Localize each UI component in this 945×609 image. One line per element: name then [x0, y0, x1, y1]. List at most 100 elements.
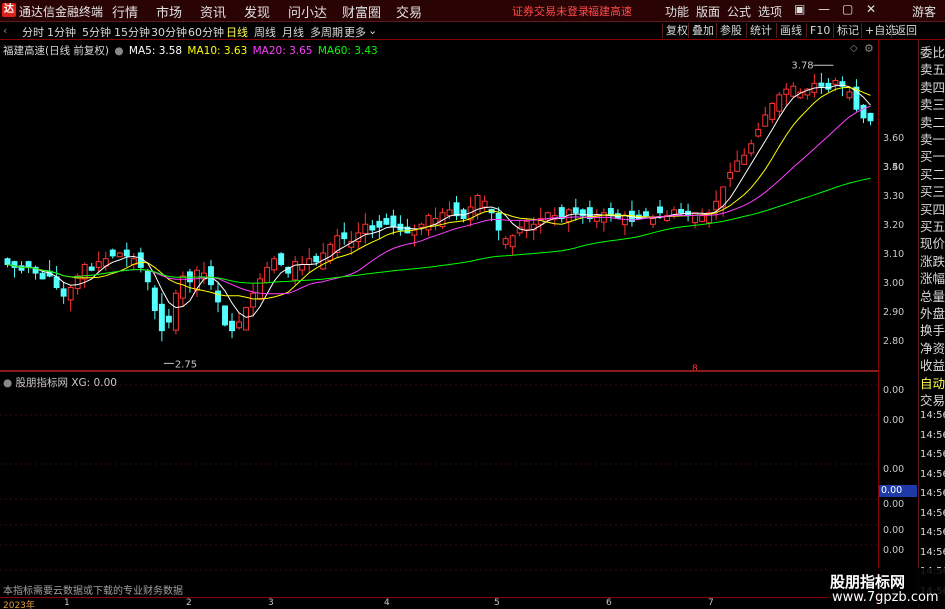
menu-item-discover[interactable]: 发现 [244, 2, 270, 21]
period-daily[interactable]: 日线 [226, 24, 248, 40]
menu-item-wealth[interactable]: 财富圈 [342, 2, 381, 21]
layout-icon[interactable]: ▣ [794, 2, 805, 16]
chevron-down-icon[interactable]: ⌄ [368, 24, 377, 37]
sub-y-tick: 0.00 [883, 385, 905, 396]
quote-field-label: 买五 [920, 219, 945, 234]
tick-time: 14:56 [920, 507, 945, 519]
watermark-url: www.7gpzb.com [832, 590, 939, 605]
period-60min[interactable]: 60分钟 [188, 24, 224, 40]
menu-item-assistant[interactable]: 问小达 [288, 2, 327, 21]
candle-up [250, 292, 257, 308]
candle-up [306, 258, 313, 265]
candle-up [776, 94, 783, 112]
period-intraday[interactable]: 分时 [22, 24, 44, 40]
candle-up [362, 223, 369, 235]
quote-field-label: 换手 [920, 323, 945, 339]
sub-y-tick: 0.00 [883, 545, 905, 556]
price-axis: 3.60 3.50 3.40 3.30 3.20 3.10 3.00 2.90 … [878, 40, 918, 609]
settings-dot-icon[interactable]: ● [114, 45, 123, 57]
time-axis: 2023年 1 2 3 4 5 6 7 [0, 597, 878, 609]
kline-chart[interactable]: 3.78 2.75 8 [0, 40, 878, 597]
quote-field-label[interactable]: 自动 [920, 373, 945, 392]
y-tick: 3.20 [883, 220, 905, 231]
close-icon[interactable]: ✕ [866, 2, 876, 16]
quote-field-label: 涨跌 [920, 253, 945, 269]
candle-down [25, 261, 32, 268]
candle-up [790, 85, 797, 97]
tick-time: 14:56 [920, 410, 945, 421]
login-notice[interactable]: 证券交易未登录 [512, 3, 589, 19]
tick-time: 14:56 [920, 449, 945, 460]
x-label: 2 [186, 598, 192, 608]
candle-down [123, 249, 130, 257]
menu-layout[interactable]: 版面 [696, 3, 720, 20]
period-weekly[interactable]: 周线 [254, 24, 276, 40]
period-15min[interactable]: 15分钟 [114, 24, 150, 40]
menu-options[interactable]: 选项 [758, 3, 782, 20]
event-marker: 8 [692, 364, 698, 374]
menu-formula[interactable]: 公式 [727, 3, 751, 20]
candle-down [165, 315, 172, 323]
diamond-icon[interactable]: ◇ [850, 43, 858, 54]
quote-panel: 委比 卖五 卖四 卖三 卖二 卖一 买一 买二 买三 买四 买五 现价 涨跌 涨幅 总量 外盘 换手 净资 收益 自动… [918, 40, 945, 609]
app-name: 通达信金融终端 [19, 5, 104, 19]
candle-up [193, 269, 200, 291]
candle-up [699, 215, 706, 222]
menu-function[interactable]: 功能 [665, 3, 689, 20]
y-tick: 3.00 [883, 278, 905, 289]
draw-line-button[interactable]: 画线 [776, 23, 805, 38]
candle-down [222, 305, 228, 326]
menu-bar: 达 通达信金融终端 行情 市场 资讯 发现 问小达 财富圈 交易 证券交易未登录… [0, 0, 945, 22]
quote-field-label: 卖二 [920, 114, 945, 130]
maximize-icon[interactable]: ▢ [842, 2, 853, 16]
mark-button[interactable]: 标记 [833, 23, 862, 38]
y-tick: 3.40 [883, 162, 905, 173]
minimize-icon[interactable]: — [818, 2, 830, 16]
x-label: 5 [494, 598, 500, 608]
candle-down [453, 202, 460, 217]
x-label: 7 [708, 598, 714, 608]
candle-down [88, 266, 95, 271]
period-5min[interactable]: 5分钟 [82, 24, 111, 40]
holdings-button[interactable]: 参股 [716, 23, 745, 38]
candle-down [109, 249, 116, 257]
period-1min[interactable]: 1分钟 [47, 24, 76, 40]
candle-down [137, 252, 144, 268]
candle-up [271, 258, 278, 271]
quote-field-label: 净资 [920, 340, 945, 356]
candle-down [369, 225, 376, 231]
period-more[interactable]: 更多 [344, 24, 366, 40]
indicator-note: 本指标需要云数据或下载的专业财务数据 [3, 586, 183, 597]
period-multi[interactable]: 多周期 [310, 24, 343, 40]
tick-time: 14:56 [920, 468, 945, 480]
stats-button[interactable]: 统计 [746, 23, 775, 38]
collapse-icon[interactable]: ‹ [3, 24, 7, 37]
candle-up [257, 278, 264, 300]
candle-down [4, 258, 11, 265]
period-30min[interactable]: 30分钟 [151, 24, 187, 40]
menu-item-quotes[interactable]: 行情 [112, 2, 138, 21]
menu-item-news[interactable]: 资讯 [200, 2, 226, 21]
menu-item-trade[interactable]: 交易 [396, 2, 422, 21]
candle-up [650, 218, 656, 225]
settings-dot-icon[interactable]: ● [3, 377, 12, 389]
menu-item-market[interactable]: 市场 [156, 2, 182, 21]
candle-up [846, 91, 853, 99]
indicator-legend: ● 股朋指标网 XG: 0.00 [3, 375, 117, 390]
overlay-button[interactable]: 叠加 [688, 23, 717, 38]
ma5-label: MA5: 3.58 [128, 45, 183, 57]
guest-user[interactable]: 游客 [912, 3, 936, 20]
quote-field-label: 卖一 [920, 132, 945, 147]
quote-field-label: 卖三 [920, 97, 945, 113]
candle-down [158, 303, 165, 332]
adjust-button[interactable]: 复权 [662, 23, 691, 38]
settings-icon[interactable]: ⚙ [864, 42, 874, 55]
period-monthly[interactable]: 月线 [282, 24, 304, 40]
y-tick: 3.10 [883, 249, 905, 260]
tick-time: 14:56 [920, 527, 945, 538]
f10-button[interactable]: F10 [806, 23, 833, 38]
quote-field-label[interactable]: 交易 [920, 390, 945, 409]
candle-down [144, 270, 151, 283]
chart-title: 福建高速(日线 前复权) [3, 45, 110, 57]
back-button[interactable]: 返回 [891, 23, 920, 38]
